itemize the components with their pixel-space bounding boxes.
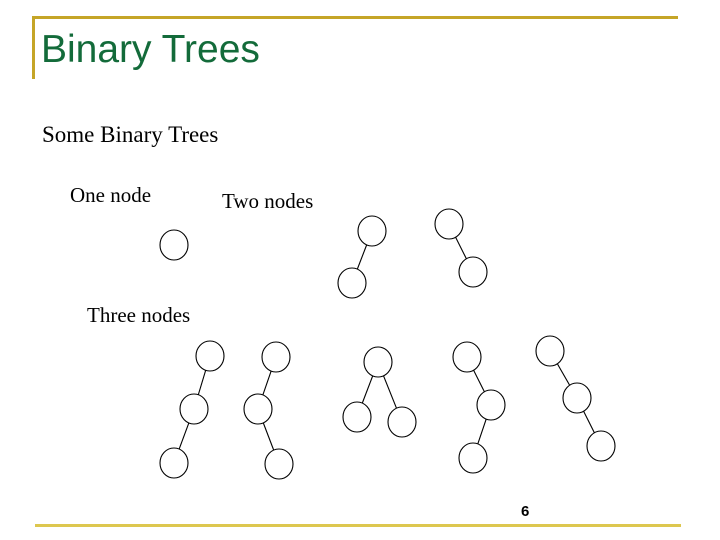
tree-node	[337, 267, 367, 299]
tree-edge	[262, 422, 275, 451]
tree-edge	[178, 422, 190, 450]
tree-edge	[473, 369, 485, 393]
tree-edge	[455, 236, 467, 260]
tree-node	[562, 382, 592, 414]
tree-edge	[477, 418, 487, 445]
tree-edge	[583, 410, 595, 434]
tree-node	[179, 393, 209, 425]
slide-canvas: Binary Trees Some Binary Trees One node …	[0, 0, 720, 540]
tree-node	[243, 393, 273, 425]
tree-node	[452, 341, 482, 373]
tree-node	[586, 430, 616, 462]
tree-edge	[356, 244, 368, 270]
tree-node	[159, 229, 189, 261]
binary-tree-diagram	[159, 208, 616, 480]
tree-node	[434, 208, 464, 240]
tree-node	[535, 335, 565, 367]
tree-edge	[361, 375, 374, 404]
tree-node	[476, 389, 506, 421]
tree-edge	[382, 375, 398, 409]
tree-node	[264, 448, 294, 480]
tree-edge-layer	[178, 236, 595, 451]
tree-node	[363, 346, 393, 378]
tree-node	[195, 340, 225, 372]
tree-node	[159, 447, 189, 479]
tree-node	[458, 442, 488, 474]
tree-edge	[197, 370, 207, 395]
page-number: 6	[521, 503, 530, 520]
tree-node	[387, 406, 417, 438]
tree-node	[458, 256, 488, 288]
tree-node-layer	[159, 208, 616, 480]
tree-node	[342, 401, 372, 433]
tree-edge	[262, 370, 272, 396]
tree-node	[357, 215, 387, 247]
tree-node	[261, 341, 291, 373]
tree-edge	[556, 363, 571, 386]
